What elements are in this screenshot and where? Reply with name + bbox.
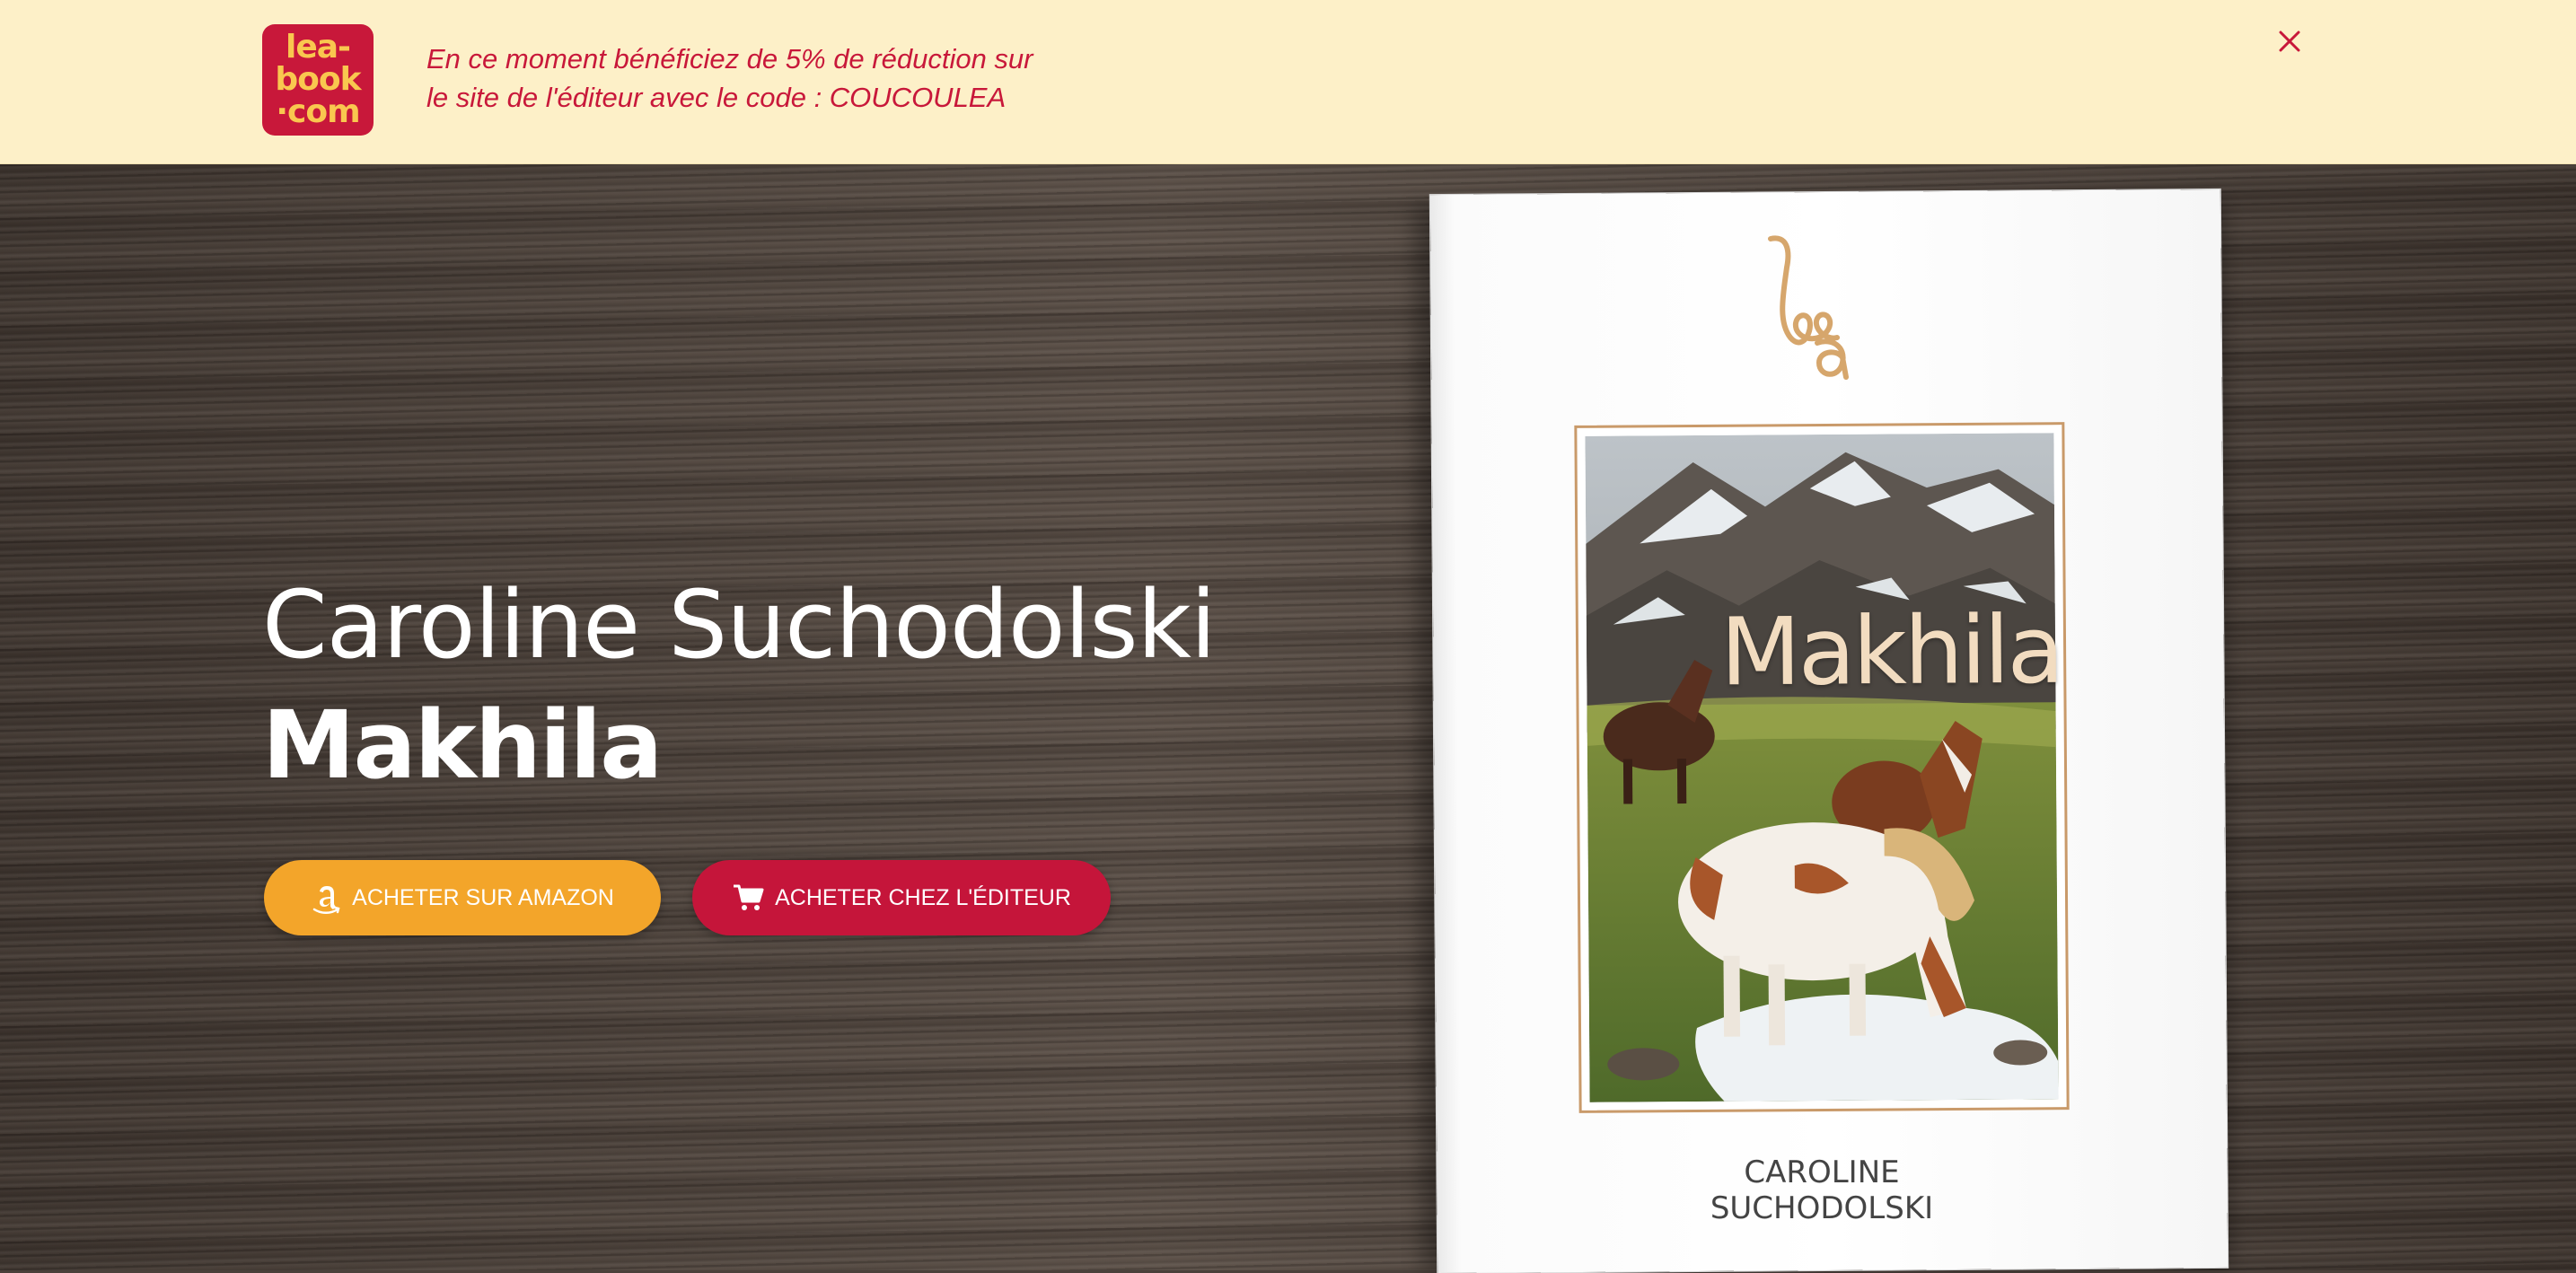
cover-photo	[1585, 433, 2059, 1102]
close-icon	[2279, 31, 2300, 52]
buy-amazon-button[interactable]: ACHETER SUR AMAZON	[264, 860, 661, 935]
author-name: Caroline Suchodolski	[262, 570, 1217, 680]
buy-editor-label: ACHETER CHEZ L'ÉDITEUR	[775, 884, 1071, 910]
buy-editor-button[interactable]: ACHETER CHEZ L'ÉDITEUR	[692, 860, 1111, 935]
promo-text: En ce moment bénéficiez de 5% de réducti…	[426, 40, 1109, 117]
logo-line-2: book	[275, 61, 361, 98]
buy-amazon-label: ACHETER SUR AMAZON	[352, 884, 614, 910]
cover-title: Makhila	[1719, 594, 2062, 707]
promo-banner: lea- book ·com En ce moment bénéficiez d…	[0, 0, 2576, 164]
close-banner-button[interactable]	[2273, 25, 2306, 57]
lea-book-logo[interactable]: lea- book ·com	[262, 24, 374, 136]
publisher-logo-icon	[1768, 235, 1849, 380]
cart-icon	[732, 883, 764, 912]
logo-line-1: lea-	[286, 29, 351, 66]
amazon-icon	[311, 880, 341, 916]
cover-author: CAROLINE SUCHODOLSKI	[1710, 1154, 1934, 1226]
promo-text-line-1: En ce moment bénéficiez de 5% de réducti…	[426, 43, 1033, 75]
book-title: Makhila	[262, 690, 663, 800]
promo-text-line-2: le site de l'éditeur avec le code : COUC…	[426, 82, 1007, 113]
logo-line-3: ·com	[276, 93, 360, 130]
